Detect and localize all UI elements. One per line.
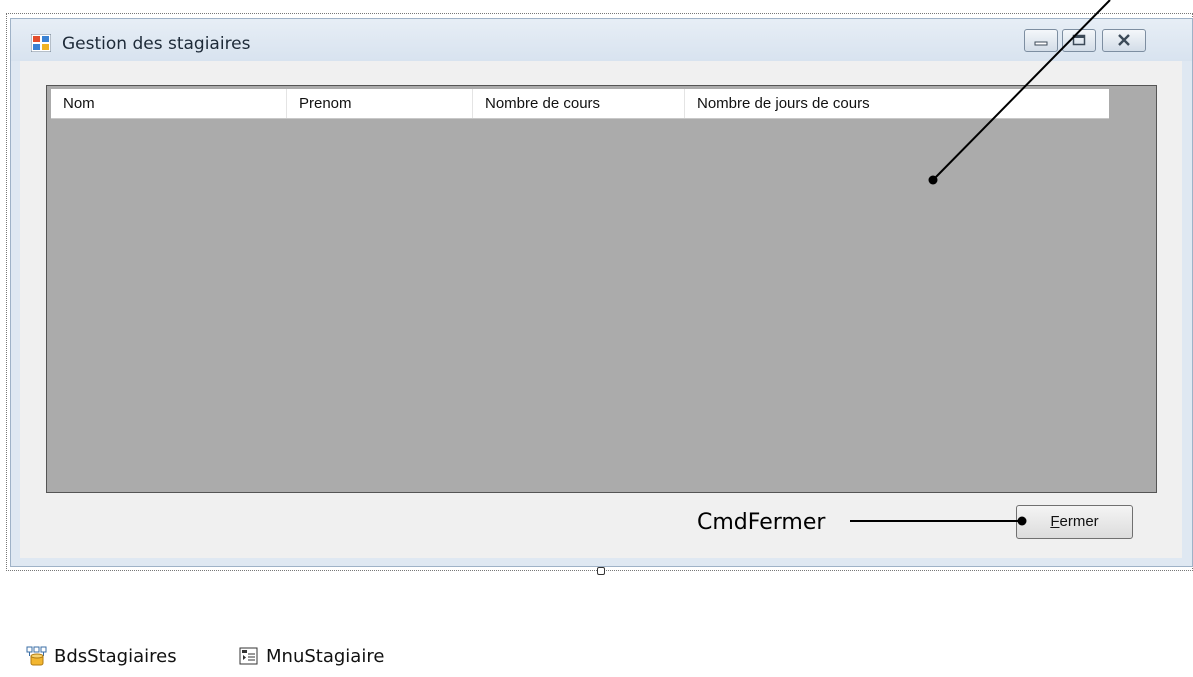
column-header-prenom[interactable]: Prenom [287,89,473,118]
window-title: Gestion des stagiaires [62,34,251,54]
form-window[interactable]: Gestion des stagiaires Nom Prenom Nombre… [10,18,1193,567]
fermer-button[interactable]: Fermer [1016,505,1133,539]
cmdfermer-callout-label: CmdFermer [697,510,826,535]
title-bar[interactable]: Gestion des stagiaires [11,19,1192,61]
resize-handle[interactable] [597,567,605,575]
minimize-button[interactable] [1024,29,1058,52]
maximize-button[interactable] [1062,29,1096,52]
tray-item-label: BdsStagiaires [54,645,177,667]
minimize-icon [1034,41,1048,46]
menu-strip-icon [239,647,258,665]
fermer-button-label: Fermer [1050,513,1099,530]
tray-item-mnustagiaire[interactable]: MnuStagiaire [238,645,384,667]
tray-item-label: MnuStagiaire [266,645,385,667]
form-client-area: Nom Prenom Nombre de cours Nombre de jou… [20,61,1182,558]
stagiaires-data-grid[interactable]: Nom Prenom Nombre de cours Nombre de jou… [46,85,1157,493]
form-icon [31,34,51,52]
tray-item-bdsstagiaires[interactable]: BdsStagiaires [26,645,177,667]
component-tray: BdsStagiaires MnuStagiaire [0,598,1193,677]
maximize-icon [1072,34,1086,46]
column-header-nombre-de-jours[interactable]: Nombre de jours de cours [685,89,1109,118]
column-header-nom[interactable]: Nom [51,89,287,118]
column-header-nombre-de-cours[interactable]: Nombre de cours [473,89,685,118]
grid-header: Nom Prenom Nombre de cours Nombre de jou… [51,89,1109,119]
close-button[interactable] [1102,29,1146,52]
close-icon [1118,34,1130,46]
designer-surface: Gestion des stagiaires Nom Prenom Nombre… [0,0,1193,677]
binding-source-icon [26,646,47,666]
